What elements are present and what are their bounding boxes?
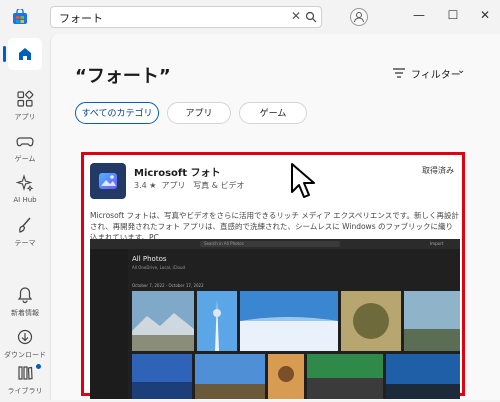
screenshot-sidebar: [90, 249, 128, 399]
home-icon: [19, 48, 31, 60]
gamepad-icon: [16, 137, 34, 147]
clear-search-icon[interactable]: ✕: [291, 9, 301, 23]
app-screenshot: Search in All Photos Import All Photos A…: [90, 239, 460, 399]
minimize-button[interactable]: —: [406, 4, 432, 26]
brush-icon: [19, 217, 31, 233]
photo-thumbnail: [132, 354, 192, 399]
main-content: “フォート” フィルター ⌄ すべてのカテゴリ アプリ ゲーム Microsof…: [50, 34, 500, 400]
active-indicator: [3, 46, 6, 62]
screenshot-heading: All Photos: [132, 255, 167, 263]
app-name[interactable]: Microsoft フォト: [134, 164, 221, 179]
sidebar-item-label: 新着情報: [11, 309, 39, 317]
library-icon: [18, 366, 33, 380]
close-button[interactable]: ✕: [472, 4, 498, 26]
photo-thumbnail: [386, 354, 460, 399]
store-app-icon: [13, 9, 27, 24]
sidebar-item-ai-hub[interactable]: AI Hub: [0, 166, 50, 212]
sidebar-item-label: ゲーム: [14, 155, 36, 163]
screenshot-import: Import: [430, 241, 444, 246]
photo-thumbnail: [240, 291, 338, 351]
filter-button[interactable]: フィルター: [411, 66, 461, 81]
sidebar-item-library[interactable]: ライブラリ: [0, 356, 50, 402]
filter-icon[interactable]: [393, 68, 405, 78]
chip-all-categories[interactable]: すべてのカテゴリ: [75, 102, 159, 124]
page-title: “フォート”: [75, 66, 171, 87]
screenshot-search: Search in All Photos: [200, 241, 340, 247]
photo-thumbnail: [195, 354, 265, 399]
photo-thumbnail: [132, 291, 194, 351]
app-meta: 3.4 ★ アプリ 写真 & ビデオ: [134, 180, 245, 191]
screenshot-subtext: All OneDrive, Local, iCloud: [132, 265, 186, 270]
result-card-microsoft-photos[interactable]: Microsoft フォト 3.4 ★ アプリ 写真 & ビデオ 取得済み Mi…: [81, 152, 465, 399]
photo-thumbnail: [404, 291, 460, 351]
person-icon: [354, 12, 364, 23]
chevron-down-icon[interactable]: ⌄: [457, 65, 465, 76]
search-input[interactable]: フォート: [59, 10, 103, 26]
sparkle-icon: [16, 174, 34, 192]
search-icon[interactable]: [305, 11, 317, 23]
account-avatar[interactable]: [350, 8, 368, 26]
sidebar-item-whats-new[interactable]: 新着情報: [0, 278, 50, 324]
app-category: 写真 & ビデオ: [193, 181, 245, 190]
bell-icon: [17, 287, 33, 304]
chip-apps[interactable]: アプリ: [167, 102, 231, 124]
chip-games[interactable]: ゲーム: [239, 102, 307, 124]
photo-thumbnail: [341, 291, 401, 351]
sidebar-item-home[interactable]: [0, 34, 50, 74]
photos-app-icon: [90, 163, 126, 199]
mouse-cursor-icon: [291, 163, 315, 198]
photo-thumbnail: [307, 354, 383, 399]
rating: 3.4 ★: [134, 181, 157, 190]
search-box[interactable]: フォート ✕: [50, 6, 322, 28]
sidebar-item-label: テーマ: [14, 239, 36, 247]
title-bar: フォート ✕ — ☐ ✕: [0, 0, 500, 34]
update-badge: [36, 364, 41, 369]
photo-thumbnail: [268, 354, 304, 399]
maximize-button[interactable]: ☐: [440, 4, 466, 26]
photo-thumbnail: [197, 291, 237, 351]
sidebar-item-games[interactable]: ゲーム: [0, 124, 50, 170]
sidebar-item-apps[interactable]: アプリ: [0, 82, 50, 128]
screenshot-date-range: October 7, 2022 - October 17, 2022: [132, 283, 204, 288]
sidebar: アプリ ゲーム AI Hub テーマ 新着情報 ダウンロード ライブラリ: [0, 34, 50, 400]
apps-icon: [17, 90, 34, 107]
owned-status: 取得済み: [422, 166, 454, 175]
sidebar-item-label: アプリ: [14, 113, 36, 121]
sidebar-item-themes[interactable]: テーマ: [0, 208, 50, 254]
download-icon: [17, 329, 33, 345]
app-type: アプリ: [161, 181, 186, 190]
sidebar-item-label: AI Hub: [13, 196, 37, 204]
sidebar-item-label: ライブラリ: [7, 387, 43, 395]
